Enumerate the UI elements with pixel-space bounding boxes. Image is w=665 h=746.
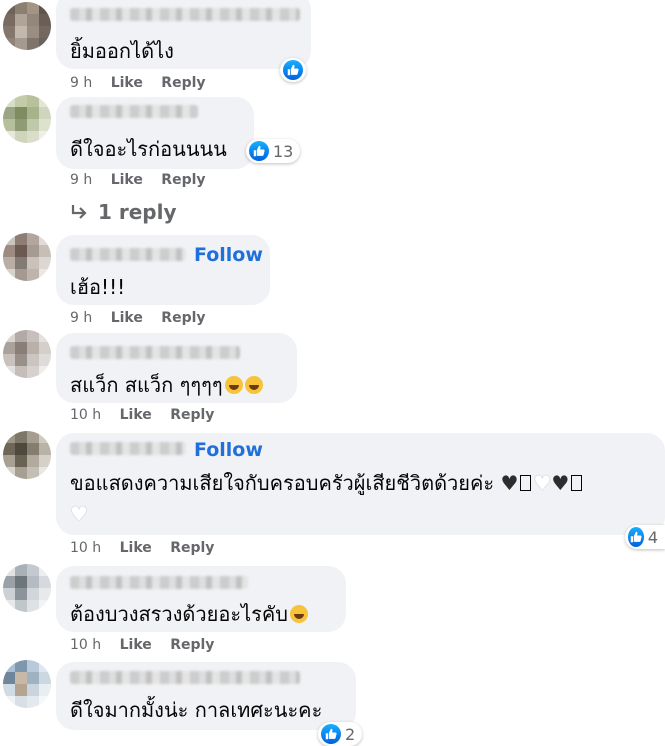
laughing-emoji-icon	[224, 376, 243, 394]
missing-glyph	[571, 475, 583, 491]
avatar[interactable]	[3, 431, 51, 479]
reply-arrow-icon	[71, 205, 87, 219]
avatar[interactable]	[3, 2, 51, 50]
reaction-count: 13	[273, 141, 294, 161]
like-link[interactable]: Like	[111, 172, 143, 188]
thumbs-up-icon	[321, 724, 341, 744]
comment-timestamp[interactable]: 10 h	[70, 407, 101, 423]
comment-text: สแว็ก สแว็ก ๆๆๆๆ	[70, 369, 263, 401]
like-link[interactable]: Like	[120, 540, 152, 556]
comment-text: ดีใจอะไรก่อนนนน	[70, 137, 227, 161]
commenter-name[interactable]	[70, 8, 300, 21]
comment-timestamp[interactable]: 10 h	[70, 637, 101, 653]
avatar[interactable]	[3, 564, 51, 612]
avatar[interactable]	[3, 95, 51, 143]
view-replies-button[interactable]: 1 reply	[70, 200, 177, 224]
comment-timestamp[interactable]: 10 h	[70, 540, 101, 556]
white-heart-icon: ♥	[533, 471, 552, 495]
like-link[interactable]: Like	[111, 75, 143, 91]
avatar[interactable]	[3, 330, 51, 378]
laughing-emoji-icon	[289, 605, 308, 623]
comment-text: เฮ้อ!!!	[70, 275, 126, 299]
comment-text: ยิ้มออกได้ไง	[70, 39, 174, 63]
comment-timestamp[interactable]: 9 h	[70, 172, 92, 188]
commenter-name[interactable]	[70, 105, 198, 118]
black-heart-icon: ♥	[551, 471, 570, 495]
comment-text-content: ขอแสดงความเสียใจกับครอบครัวผู้เสียชีวิตด…	[70, 471, 495, 495]
comment-meta: 10 h Like Reply	[70, 407, 228, 423]
white-heart-icon: ♥	[70, 502, 88, 526]
like-link[interactable]: Like	[120, 637, 152, 653]
comment-timestamp[interactable]: 9 h	[70, 75, 92, 91]
comment-meta: 10 h Like Reply	[70, 637, 228, 653]
laughing-emoji-icon	[244, 376, 263, 394]
commenter-name[interactable]	[70, 442, 186, 455]
reply-link[interactable]: Reply	[170, 637, 214, 653]
comment-text-line2: ♥	[70, 502, 88, 526]
reply-link[interactable]: Reply	[161, 75, 205, 91]
reaction-count: 4	[647, 527, 658, 547]
follow-button[interactable]: Follow	[194, 244, 263, 266]
reaction-count: 2	[345, 724, 356, 744]
comment-meta: 9 h Like Reply	[70, 310, 220, 326]
commenter-name[interactable]	[70, 248, 186, 261]
like-link[interactable]: Like	[120, 407, 152, 423]
reaction-badge[interactable]: 13	[246, 139, 301, 163]
comment-text-content: สแว็ก สแว็ก ๆๆๆๆ	[70, 373, 223, 397]
avatar[interactable]	[3, 660, 51, 708]
reply-link[interactable]: Reply	[170, 407, 214, 423]
reaction-badge[interactable]	[280, 58, 306, 82]
commenter-name[interactable]	[70, 576, 248, 589]
follow-button[interactable]: Follow	[194, 439, 263, 461]
comment-text: ต้องบวงสรวงด้วยอะไรคับ	[70, 598, 308, 630]
missing-glyph	[520, 475, 532, 491]
avatar[interactable]	[3, 233, 51, 281]
thumbs-up-icon	[283, 60, 303, 80]
commenter-name[interactable]	[70, 671, 300, 684]
comment-meta: 9 h Like Reply	[70, 75, 220, 91]
black-heart-icon: ♥	[500, 471, 519, 495]
thumbs-up-icon	[628, 527, 644, 547]
comment-text: ขอแสดงความเสียใจกับครอบครัวผู้เสียชีวิตด…	[70, 467, 584, 499]
comment-meta: 9 h Like Reply	[70, 172, 220, 188]
comment-text-content: ต้องบวงสรวงด้วยอะไรคับ	[70, 602, 288, 626]
reply-link[interactable]: Reply	[170, 540, 214, 556]
reaction-badge[interactable]: 4	[625, 525, 665, 549]
comment-text: ดีใจมากมั้งน่ะ กาลเทศะนะคะ	[70, 698, 323, 722]
like-link[interactable]: Like	[111, 310, 143, 326]
thumbs-up-icon	[249, 141, 269, 161]
reply-link[interactable]: Reply	[161, 172, 205, 188]
view-replies-label: 1 reply	[98, 200, 177, 224]
reaction-badge[interactable]: 2	[318, 722, 363, 746]
comment-timestamp[interactable]: 9 h	[70, 310, 92, 326]
comment-meta: 10 h Like Reply	[70, 540, 228, 556]
reply-link[interactable]: Reply	[161, 310, 205, 326]
commenter-name[interactable]	[70, 346, 240, 359]
